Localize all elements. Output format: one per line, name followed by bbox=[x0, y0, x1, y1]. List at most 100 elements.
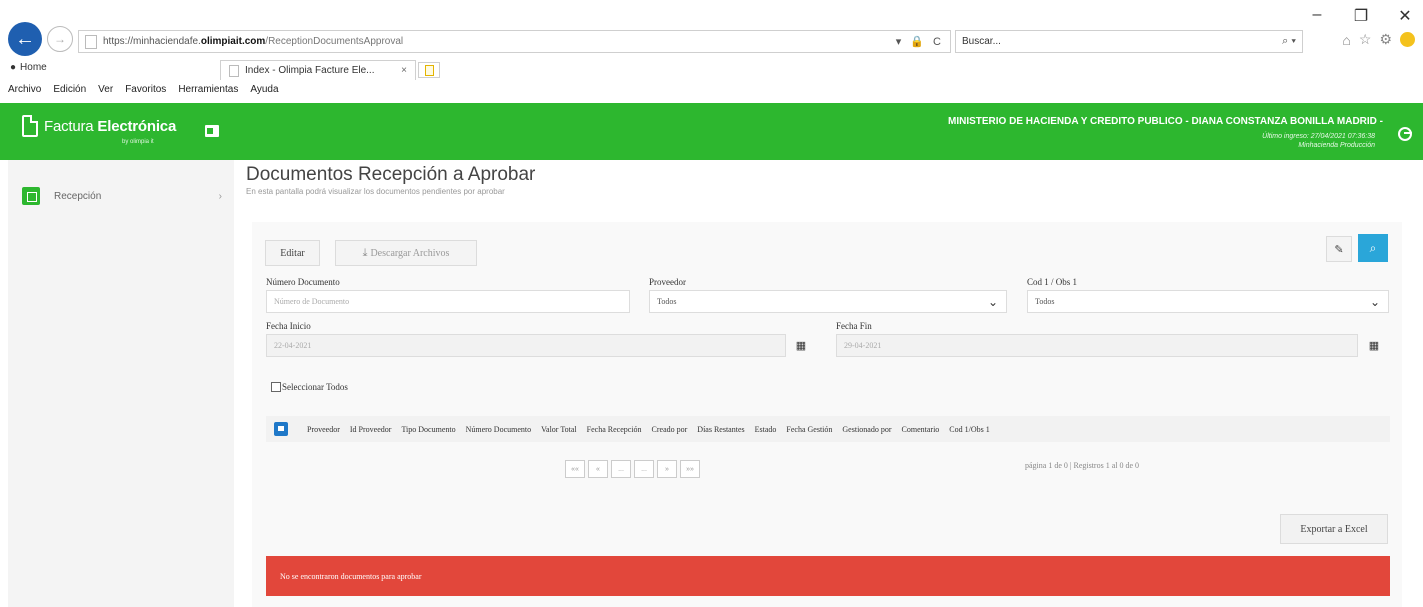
select-all-checkbox[interactable]: Seleccionar Todos bbox=[271, 382, 348, 392]
tab-close-icon[interactable]: × bbox=[401, 65, 407, 76]
address-bar[interactable]: https://minhaciendafe. olimpiait.com/Rece… bbox=[78, 30, 951, 53]
last-page-button[interactable]: »» bbox=[680, 460, 700, 478]
proveedor-select[interactable]: Todos ⌄ bbox=[649, 290, 1007, 313]
col-cod-obs[interactable]: Cod 1/Obs 1 bbox=[944, 425, 994, 434]
menu-edicion[interactable]: Edición bbox=[53, 84, 86, 95]
favorites-bar: ● Home bbox=[10, 62, 47, 73]
arrow-left-icon: ← bbox=[15, 27, 35, 50]
clear-filters-button[interactable]: ✎ bbox=[1326, 236, 1352, 262]
fecha-inicio-label: Fecha Inicio bbox=[266, 321, 311, 331]
address-tools[interactable]: ▾ 🔒 C bbox=[896, 35, 944, 48]
col-estado[interactable]: Estado bbox=[750, 425, 782, 434]
tab-title: Index - Olimpia Facture Ele... bbox=[245, 65, 375, 76]
col-gestionado-por[interactable]: Gestionado por bbox=[837, 425, 896, 434]
pagination-info: página 1 de 0 | Registros 1 al 0 de 0 bbox=[1025, 461, 1140, 470]
col-comentario[interactable]: Comentario bbox=[897, 425, 945, 434]
col-fecha-gestion[interactable]: Fecha Gestión bbox=[781, 425, 837, 434]
last-login: Último ingreso: 27/04/2021 07:36:38 bbox=[1262, 133, 1375, 140]
cod-obs-label: Cod 1 / Obs 1 bbox=[1027, 277, 1078, 287]
menu-archivo[interactable]: Archivo bbox=[8, 84, 41, 95]
col-creado-por[interactable]: Creado por bbox=[647, 425, 693, 434]
fecha-fin-label: Fecha Fin bbox=[836, 321, 872, 331]
col-dias-restantes[interactable]: Días Restantes bbox=[692, 425, 749, 434]
numero-documento-input[interactable]: Número de Documento bbox=[266, 290, 630, 313]
col-tipo-documento[interactable]: Tipo Documento bbox=[396, 425, 460, 434]
page-ellipsis[interactable]: ... bbox=[611, 460, 631, 478]
maximize-button[interactable]: ❐ bbox=[1353, 6, 1369, 26]
edit-button[interactable]: Editar bbox=[265, 240, 320, 266]
proveedor-value: Todos bbox=[657, 297, 677, 306]
pagination: «« « ... ... » »» bbox=[565, 460, 700, 478]
prev-page-button[interactable]: « bbox=[588, 460, 608, 478]
checkbox-box[interactable] bbox=[271, 382, 281, 392]
browser-toolbar-icons: ⌂ ☆ ⚙ bbox=[1342, 31, 1415, 48]
browser-tab[interactable]: Index - Olimpia Facture Ele... × bbox=[220, 60, 416, 80]
new-tab-icon bbox=[424, 64, 434, 76]
back-button[interactable]: ← bbox=[8, 22, 42, 56]
smiley-icon[interactable] bbox=[1400, 32, 1415, 47]
page-subtitle: En esta pantalla podrá visualizar los do… bbox=[246, 187, 505, 196]
download-icon: ⤓ bbox=[362, 246, 368, 259]
cod-obs-select[interactable]: Todos ⌄ bbox=[1027, 290, 1389, 313]
browser-search-input[interactable]: Buscar... ⌕ ▾ bbox=[955, 30, 1303, 53]
sidebar-item-label: Recepción bbox=[54, 190, 102, 202]
download-files-label: Descargar Archivos bbox=[370, 247, 450, 259]
export-excel-button[interactable]: Exportar a Excel bbox=[1280, 514, 1388, 544]
forward-button[interactable]: → bbox=[47, 26, 73, 52]
no-results-alert: No se encontraron documentos para aproba… bbox=[266, 556, 1390, 596]
close-window-button[interactable]: ✕ bbox=[1397, 6, 1413, 26]
download-files-button[interactable]: ⤓ Descargar Archivos bbox=[335, 240, 477, 266]
search-icon[interactable]: ⌕ ▾ bbox=[1282, 35, 1296, 48]
content-panel bbox=[252, 222, 1402, 607]
col-valor-total[interactable]: Valor Total bbox=[536, 425, 582, 434]
chevron-right-icon: › bbox=[218, 190, 222, 202]
sidebar-item-recepcion[interactable]: Recepción › bbox=[22, 186, 222, 206]
url-prefix: https://minhaciendafe. bbox=[103, 36, 201, 47]
search-button[interactable]: ⌕ bbox=[1358, 234, 1388, 262]
menu-toggle-icon[interactable] bbox=[205, 125, 219, 137]
menu-ayuda[interactable]: Ayuda bbox=[250, 84, 278, 95]
minimize-button[interactable]: – bbox=[1309, 6, 1325, 26]
brand-text: Factura Electrónica bbox=[44, 117, 177, 135]
star-icon[interactable]: ☆ bbox=[1359, 31, 1372, 48]
brand-logo[interactable]: Factura Electrónica bbox=[22, 115, 176, 137]
col-numero-documento[interactable]: Número Documento bbox=[461, 425, 537, 434]
cod-obs-value: Todos bbox=[1035, 297, 1055, 306]
menu-ver[interactable]: Ver bbox=[98, 84, 113, 95]
menu-favoritos[interactable]: Favoritos bbox=[125, 84, 166, 95]
gear-icon[interactable]: ⚙ bbox=[1379, 31, 1392, 48]
header-meta: Último ingreso: 27/04/2021 07:36:38 Minh… bbox=[1262, 132, 1375, 150]
col-proveedor[interactable]: Proveedor bbox=[302, 425, 345, 434]
page-icon bbox=[85, 34, 97, 49]
window-controls: – ❐ ✕ bbox=[1309, 6, 1413, 26]
fecha-fin-input[interactable]: 29-04-2021 bbox=[836, 334, 1358, 357]
page-icon bbox=[229, 64, 239, 77]
app-header: Factura Electrónica by olimpia it MINIST… bbox=[0, 103, 1423, 160]
logout-icon[interactable] bbox=[1398, 127, 1412, 141]
chevron-down-icon: ⌄ bbox=[1369, 295, 1380, 309]
col-id-proveedor[interactable]: Id Proveedor bbox=[345, 425, 397, 434]
home-icon[interactable]: ⌂ bbox=[1342, 32, 1350, 48]
menu-bar: Archivo Edición Ver Favoritos Herramient… bbox=[8, 84, 279, 95]
calendar-icon[interactable]: ▦ bbox=[791, 334, 811, 357]
arrow-right-icon: → bbox=[54, 32, 66, 46]
fecha-inicio-input[interactable]: 22-04-2021 bbox=[266, 334, 786, 357]
eraser-icon: ✎ bbox=[1334, 243, 1344, 256]
numero-documento-label: Número Documento bbox=[266, 277, 340, 287]
url-host: olimpiait.com bbox=[200, 36, 266, 47]
page-ellipsis[interactable]: ... bbox=[634, 460, 654, 478]
col-fecha-recepcion[interactable]: Fecha Recepción bbox=[582, 425, 647, 434]
calendar-icon[interactable]: ▦ bbox=[1364, 334, 1384, 357]
proveedor-label: Proveedor bbox=[649, 277, 686, 287]
menu-herramientas[interactable]: Herramientas bbox=[178, 84, 238, 95]
favorite-icon: ● bbox=[10, 62, 17, 73]
select-all-label: Seleccionar Todos bbox=[282, 382, 348, 392]
header-checkbox-icon[interactable] bbox=[274, 422, 288, 436]
first-page-button[interactable]: «« bbox=[565, 460, 585, 478]
next-page-button[interactable]: » bbox=[657, 460, 677, 478]
sidebar: Recepción › bbox=[8, 160, 234, 607]
new-tab-button[interactable] bbox=[418, 62, 440, 78]
header-user: MINISTERIO DE HACIENDA Y CREDITO PUBLICO… bbox=[948, 116, 1383, 127]
page-title: Documentos Recepción a Aprobar bbox=[246, 164, 536, 185]
favorite-home[interactable]: Home bbox=[20, 62, 47, 73]
